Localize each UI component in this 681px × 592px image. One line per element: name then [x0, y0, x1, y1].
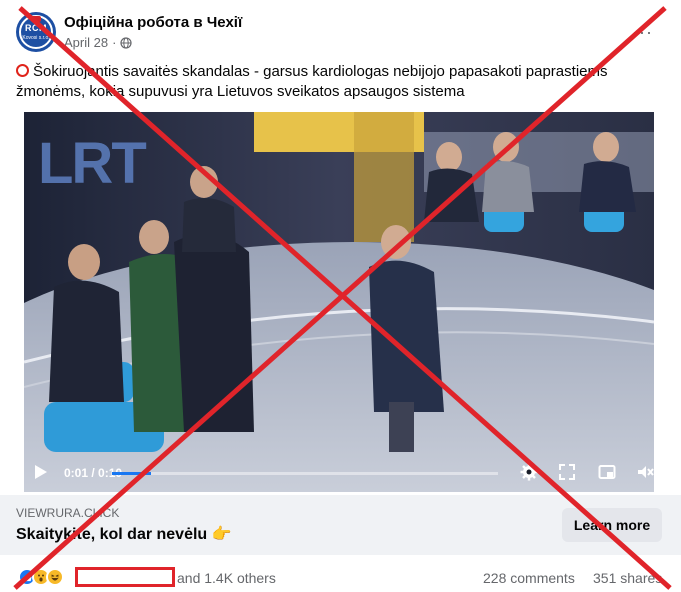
pip-icon[interactable] [598, 463, 616, 481]
post-body: Šokiruojantis savaitės skandalas - garsu… [16, 63, 608, 100]
page-name-link[interactable]: Офіційна робота в Чехії [64, 14, 242, 31]
play-icon[interactable] [34, 464, 48, 480]
meta-separator: · [112, 35, 117, 50]
post-text: Šokiruojantis savaitės skandalas - garsu… [16, 62, 656, 102]
volume-icon[interactable] [636, 463, 654, 481]
video-progress-bar[interactable] [112, 472, 498, 475]
shares-count[interactable]: 351 shares [593, 570, 662, 586]
reaction-icons[interactable] [18, 568, 64, 586]
redacted-names-box [75, 567, 175, 587]
reactions-count[interactable]: and 1.4K others [177, 570, 276, 586]
post-date[interactable]: April 28 [64, 35, 108, 50]
link-domain: VIEWRURA.CLICK [16, 506, 120, 520]
link-title[interactable]: Skaitykite, kol dar nevėlu 👉 [16, 524, 232, 544]
fullscreen-icon[interactable] [558, 463, 576, 481]
video-progress-fill [112, 472, 151, 475]
video-player[interactable]: LRT 0:01 / 0:10 [24, 112, 654, 492]
link-preview[interactable]: VIEWRURA.CLICK Skaitykite, kol dar nevėl… [0, 495, 681, 555]
engagement-bar: and 1.4K others 228 comments 351 shares [0, 560, 681, 592]
facebook-post: RCM Kovosi s.r.o. Офіційна робота в Чехі… [0, 0, 681, 592]
globe-icon [120, 36, 133, 49]
video-controls: 0:01 / 0:10 [24, 452, 654, 492]
haha-reaction-icon [46, 568, 64, 586]
post-meta: April 28 · [64, 35, 133, 50]
avatar-initials: RCM [25, 23, 47, 33]
more-options-button[interactable]: ··· [632, 22, 653, 43]
channel-logo: LRT [38, 131, 147, 196]
settings-icon[interactable] [520, 463, 538, 481]
avatar-flag-mark [31, 16, 41, 22]
red-circle-icon [16, 64, 29, 77]
page-avatar[interactable]: RCM Kovosi s.r.o. [16, 12, 56, 52]
comments-count[interactable]: 228 comments [483, 570, 575, 586]
avatar-subtext: Kovosi s.r.o. [22, 35, 50, 41]
learn-more-button[interactable]: Learn more [562, 508, 662, 542]
